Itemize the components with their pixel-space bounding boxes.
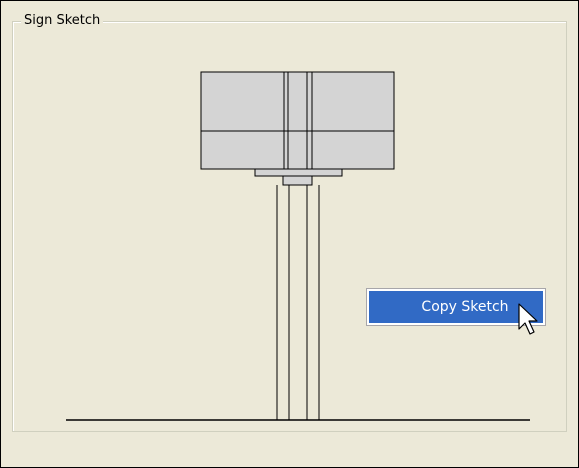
copy-sketch-menu-item[interactable]: Copy Sketch (369, 291, 543, 323)
arrow-pointer-icon (518, 303, 538, 335)
sign-sketch-canvas[interactable] (0, 0, 579, 468)
mounting-bracket (254, 168, 343, 177)
sign-panel (200, 71, 395, 170)
mounting-clamp (282, 175, 313, 186)
